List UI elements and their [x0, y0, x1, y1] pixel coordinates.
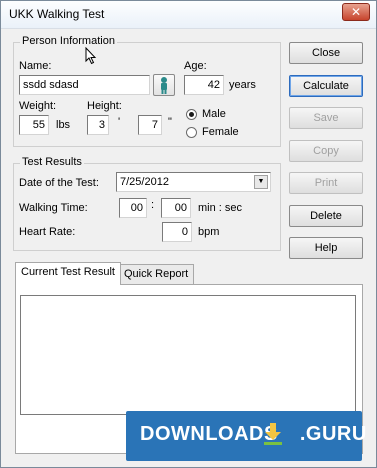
tab-quick-report[interactable]: Quick Report	[118, 264, 195, 284]
male-label[interactable]: Male	[202, 108, 226, 120]
date-value: 7/25/2012	[120, 176, 169, 188]
title-bar[interactable]: UKK Walking Test ✕	[1, 1, 376, 29]
inches-mark: "	[168, 116, 172, 128]
height-label: Height:	[87, 100, 122, 112]
print-button[interactable]: Print	[289, 172, 363, 194]
female-label[interactable]: Female	[202, 126, 239, 138]
date-picker[interactable]: 7/25/2012 ▼	[116, 172, 271, 192]
tab-current-test-result[interactable]: Current Test Result	[15, 262, 121, 285]
close-window-icon[interactable]: ✕	[342, 3, 370, 21]
time-separator: :	[151, 199, 155, 211]
calculate-button[interactable]: Calculate	[289, 75, 363, 97]
heart-rate-input[interactable]: 0	[162, 222, 192, 242]
age-unit: years	[229, 79, 256, 91]
walk-time-unit: min : sec	[198, 202, 243, 214]
walk-seconds-input[interactable]: 00	[161, 198, 191, 218]
chevron-down-icon[interactable]: ▼	[254, 175, 268, 189]
window-title: UKK Walking Test	[9, 7, 105, 21]
height-feet-input[interactable]: 3	[87, 115, 109, 135]
help-button[interactable]: Help	[289, 237, 363, 259]
watermark-text: DOWNLOADS .GURU	[140, 423, 367, 445]
age-label: Age:	[184, 60, 207, 72]
walk-minutes-input[interactable]: 00	[119, 198, 147, 218]
weight-unit: lbs	[56, 119, 71, 131]
download-arrow-icon	[264, 423, 282, 445]
female-radio[interactable]	[186, 127, 197, 138]
feet-mark: '	[118, 116, 121, 128]
weight-input[interactable]: 55	[19, 115, 49, 135]
name-label: Name:	[19, 60, 52, 72]
person-lookup-button[interactable]	[153, 74, 175, 96]
result-text-area[interactable]	[20, 295, 356, 415]
person-group-title: Person Information	[20, 35, 117, 47]
results-group-title: Test Results	[20, 156, 84, 168]
name-input[interactable]: ssdd sdasd	[19, 75, 150, 95]
age-input[interactable]: 42	[184, 75, 224, 95]
person-icon	[161, 77, 167, 94]
weight-label: Weight:	[19, 100, 57, 112]
save-button[interactable]: Save	[289, 107, 363, 129]
delete-button[interactable]: Delete	[289, 205, 363, 227]
date-label: Date of the Test:	[19, 177, 99, 189]
male-radio[interactable]	[186, 109, 197, 120]
app-window: UKK Walking Test ✕ Person Information Na…	[0, 0, 377, 468]
height-inches-input[interactable]: 7	[138, 115, 162, 135]
copy-button[interactable]: Copy	[289, 140, 363, 162]
mouse-cursor-icon	[85, 47, 97, 65]
close-button[interactable]: Close	[289, 42, 363, 64]
downloads-guru-watermark: DOWNLOADS .GURU	[126, 411, 366, 461]
walking-time-label: Walking Time:	[19, 202, 88, 214]
heart-rate-unit: bpm	[198, 226, 220, 238]
heart-rate-label: Heart Rate:	[19, 226, 76, 238]
